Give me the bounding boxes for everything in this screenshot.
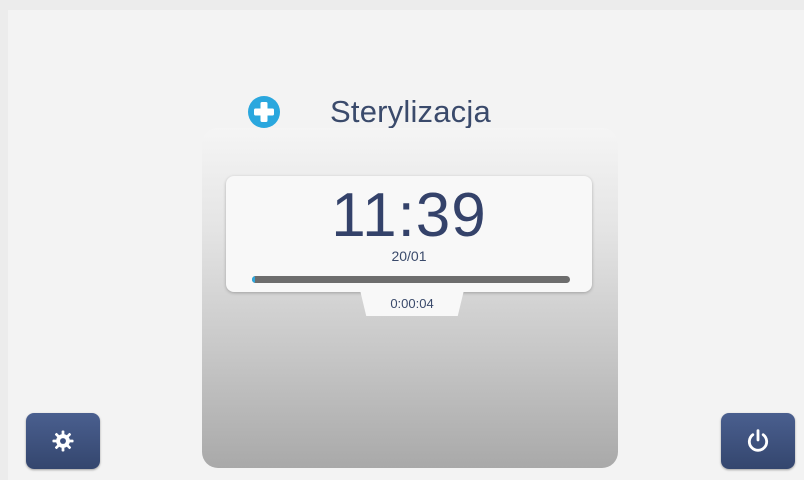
elapsed-time: 0:00:04 bbox=[390, 296, 434, 311]
gear-icon bbox=[52, 430, 74, 452]
progress-bar-fill bbox=[252, 276, 256, 283]
program-title: Sterylizacja bbox=[330, 94, 491, 129]
progress-bar bbox=[252, 276, 570, 283]
settings-button[interactable] bbox=[26, 413, 100, 469]
clock-date: 20/01 bbox=[391, 248, 427, 264]
power-icon bbox=[747, 429, 769, 452]
clock-time: 11:39 bbox=[331, 181, 487, 250]
plus-icon bbox=[248, 96, 280, 128]
power-button[interactable] bbox=[721, 413, 795, 469]
elapsed-time-tab: 0:00:04 bbox=[360, 290, 464, 316]
time-card: 11:39 20/01 bbox=[226, 176, 592, 292]
program-header: Sterylizacja bbox=[248, 92, 491, 132]
